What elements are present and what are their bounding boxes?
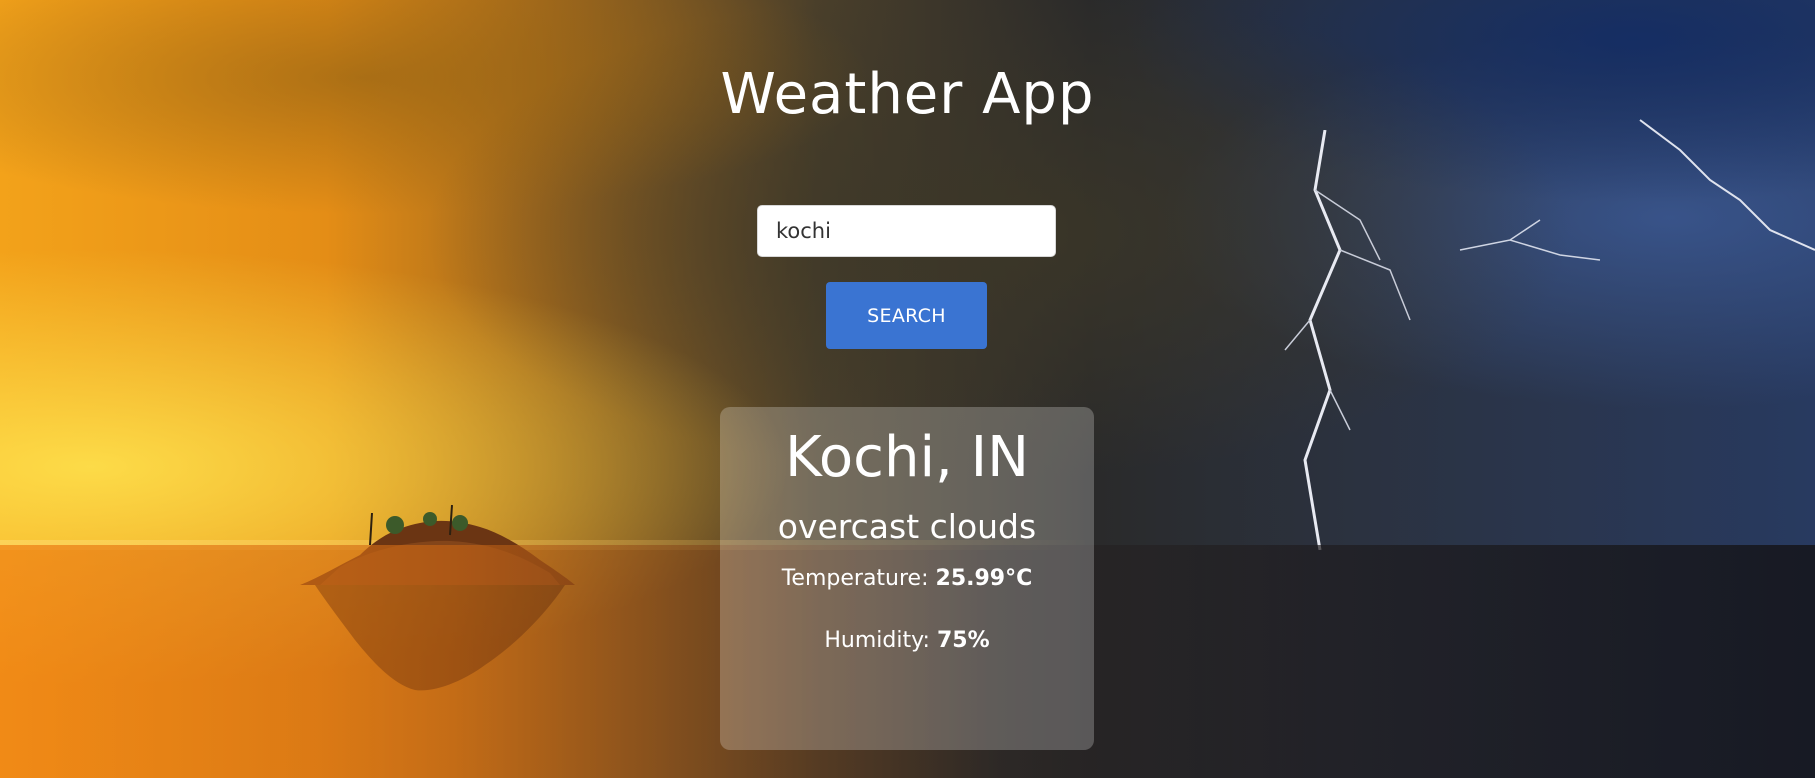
island-silhouette <box>300 505 575 585</box>
city-name: Kochi, IN <box>784 425 1030 490</box>
weather-description: overcast clouds <box>777 507 1037 546</box>
weather-card: Kochi, IN overcast clouds Temperature: 2… <box>720 407 1094 750</box>
humidity-label: Humidity: <box>824 628 930 653</box>
temperature-row: Temperature: 25.99°C <box>720 566 1094 591</box>
search-button[interactable]: SEARCH <box>826 282 987 349</box>
lightning-bolt-distant <box>1459 119 1815 261</box>
humidity-row: Humidity: 75% <box>720 628 1094 653</box>
page-title: Weather App <box>720 62 1095 127</box>
temperature-label: Temperature: <box>781 566 929 591</box>
city-search-input[interactable] <box>757 205 1056 257</box>
humidity-value: 75% <box>936 628 990 653</box>
lightning-bolt <box>1284 130 1411 550</box>
island-reflection <box>315 585 565 691</box>
temperature-value: 25.99°C <box>935 566 1033 591</box>
